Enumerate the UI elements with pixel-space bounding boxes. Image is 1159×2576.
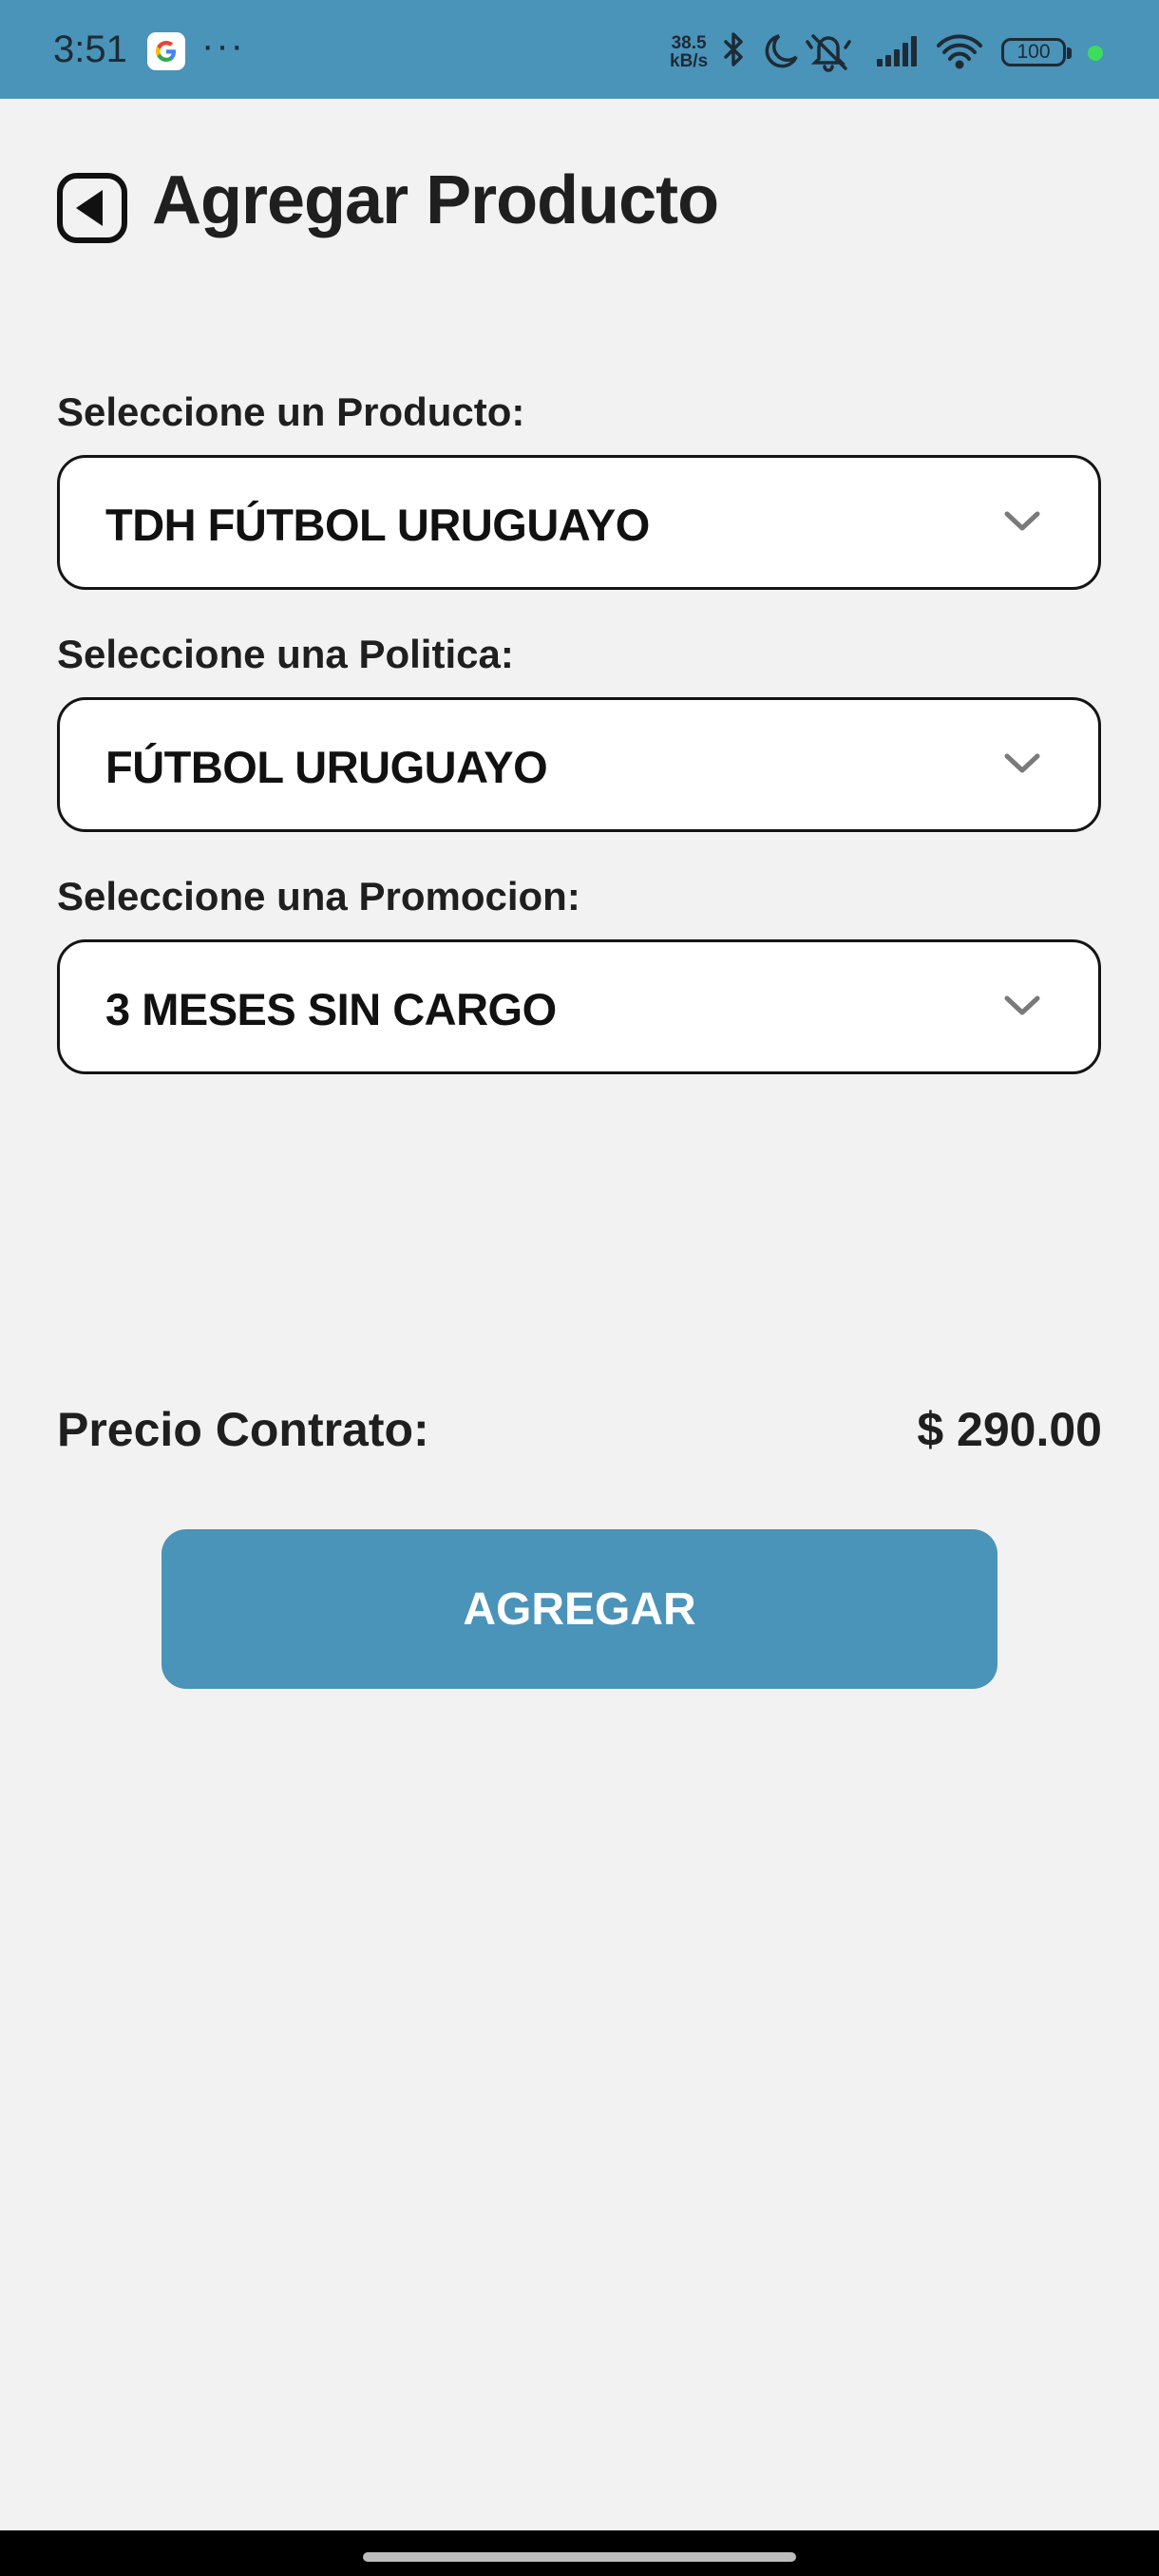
promotion-select-value: 3 MESES SIN CARGO — [105, 984, 557, 1034]
chevron-down-icon — [1004, 753, 1040, 773]
product-select[interactable]: TDH FÚTBOL URUGUAYO — [57, 455, 1101, 590]
navigation-bar — [0, 2530, 1159, 2576]
signal-icon — [877, 36, 917, 66]
chevron-down-icon — [1004, 511, 1040, 531]
status-icons — [724, 32, 982, 72]
page-title: Agregar Producto — [152, 162, 719, 238]
product-select-value: TDH FÚTBOL URUGUAYO — [105, 500, 650, 550]
add-button[interactable]: AGREGAR — [162, 1529, 998, 1689]
promotion-select[interactable]: 3 MESES SIN CARGO — [57, 939, 1101, 1074]
google-icon — [147, 32, 185, 70]
status-bar: 3:51 ··· 38.5 kB/s 100 — [0, 0, 1159, 99]
moon-icon — [765, 34, 798, 68]
price-value: $ 290.00 — [917, 1403, 1102, 1456]
promotion-label: Seleccione una Promocion: — [57, 874, 580, 919]
more-notifications-icon: ··· — [201, 25, 245, 66]
privacy-indicator-dot — [1088, 46, 1103, 61]
chevron-down-icon — [1004, 995, 1040, 1015]
back-button[interactable] — [57, 173, 127, 243]
wifi-icon — [937, 34, 982, 69]
back-arrow-icon — [57, 173, 127, 243]
status-time: 3:51 — [53, 28, 127, 70]
battery-icon: 100 — [1001, 38, 1072, 66]
policy-label: Seleccione una Politica: — [57, 632, 514, 676]
bluetooth-icon — [724, 32, 743, 66]
network-speed: 38.5 kB/s — [670, 33, 709, 71]
policy-select-value: FÚTBOL URUGUAYO — [105, 742, 548, 792]
policy-select[interactable]: FÚTBOL URUGUAYO — [57, 697, 1101, 832]
price-label: Precio Contrato: — [57, 1403, 429, 1456]
mute-icon — [806, 34, 851, 72]
home-gesture-handle[interactable] — [363, 2552, 796, 2562]
product-label: Seleccione un Producto: — [57, 389, 525, 434]
